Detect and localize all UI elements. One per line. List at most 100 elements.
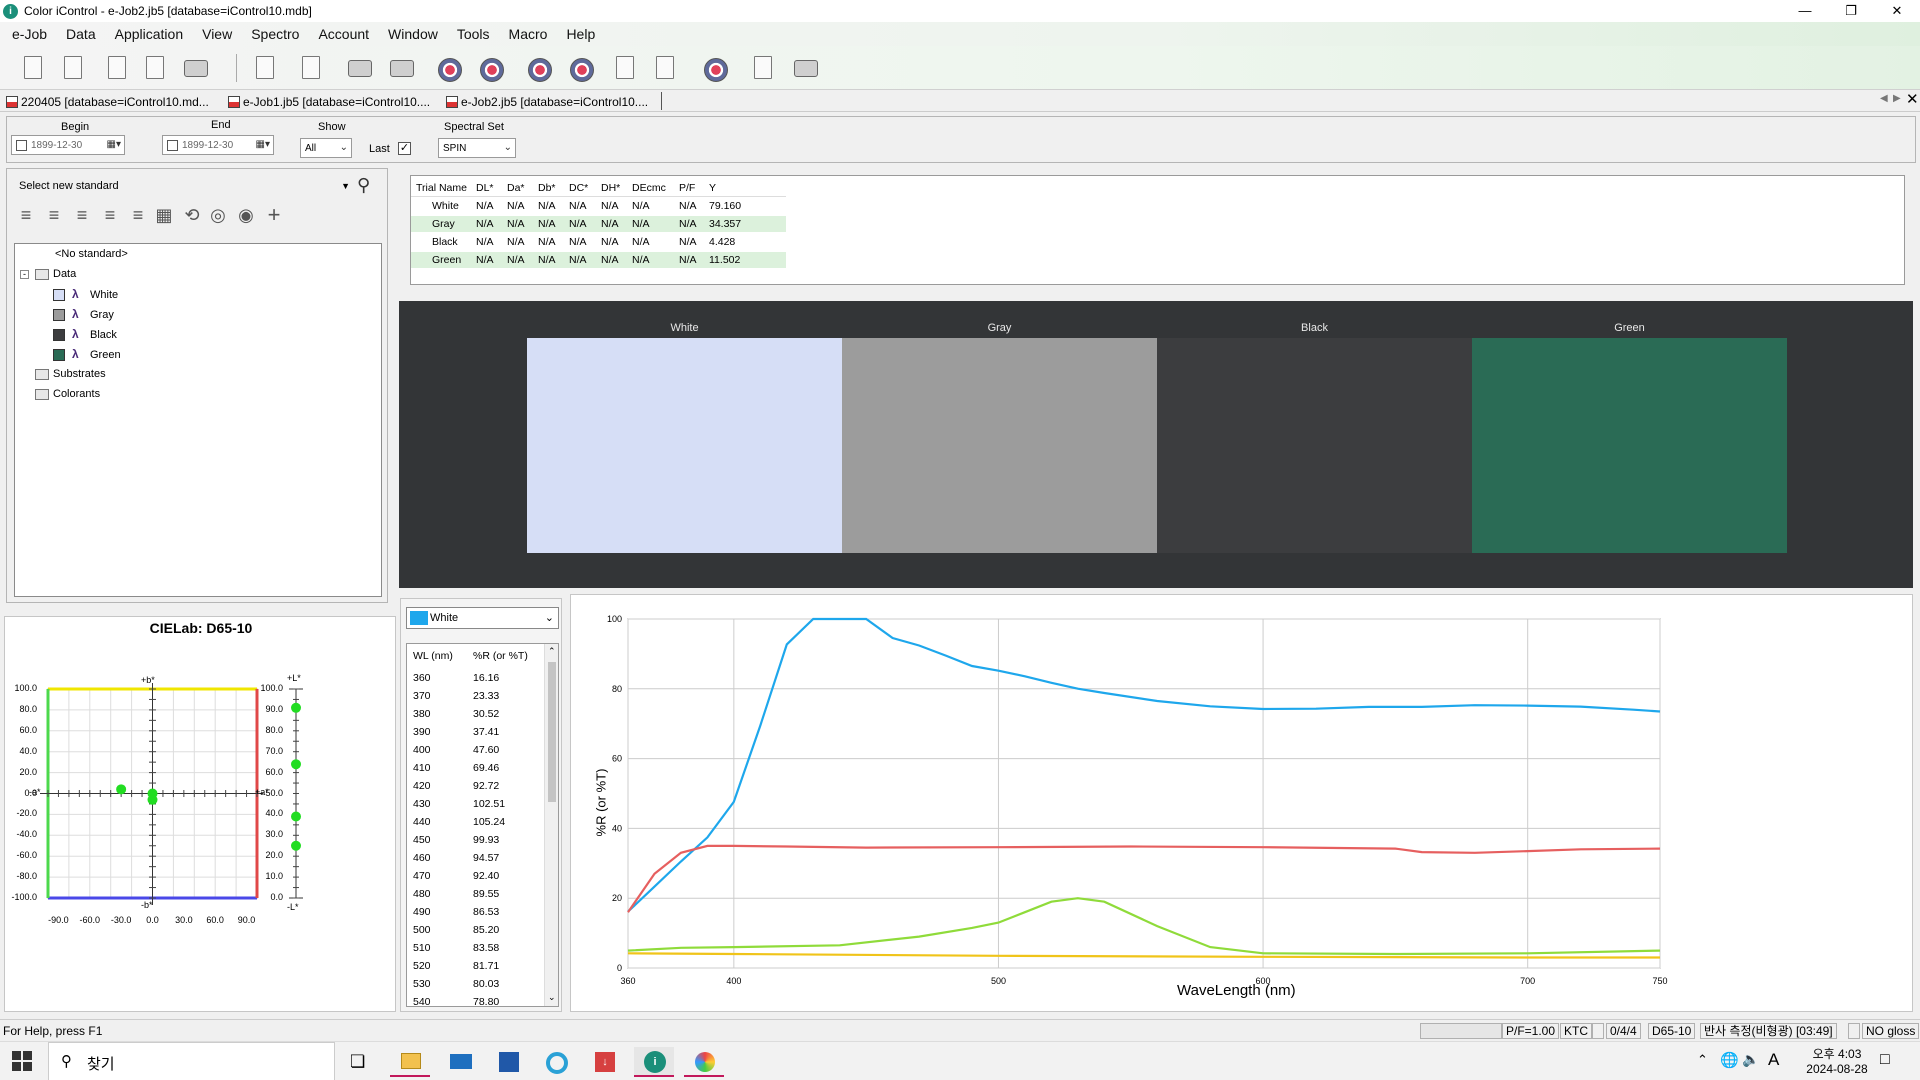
menu-account[interactable]: Account bbox=[318, 26, 369, 42]
new-job-icon[interactable] bbox=[58, 52, 90, 84]
spectral-row[interactable]: 420 92.72 bbox=[413, 780, 543, 794]
download-icon[interactable]: ↓ bbox=[584, 1047, 624, 1077]
mail-icon[interactable] bbox=[440, 1047, 480, 1077]
menu-e-job[interactable]: e-Job bbox=[12, 26, 47, 42]
menu-application[interactable]: Application bbox=[115, 26, 184, 42]
taskbar-search-box[interactable]: ⚲ 찾기 bbox=[48, 1042, 335, 1080]
minimize-icon[interactable]: — bbox=[1782, 0, 1828, 22]
collapse-icon[interactable]: - bbox=[20, 270, 29, 279]
refresh-icon[interactable]: ⟲ bbox=[181, 204, 203, 226]
measure-trial-icon[interactable] bbox=[566, 52, 598, 84]
spectral-row[interactable]: 400 47.60 bbox=[413, 744, 543, 758]
add-icon[interactable]: + bbox=[263, 204, 285, 226]
measure-batch-icon[interactable] bbox=[476, 52, 508, 84]
last-checkbox[interactable]: ✓ bbox=[398, 142, 411, 155]
spectral-row[interactable]: 460 94.57 bbox=[413, 852, 543, 866]
report-icon[interactable] bbox=[748, 52, 780, 84]
trial-select[interactable]: White ⌄ bbox=[406, 607, 559, 629]
eye-target-icon[interactable] bbox=[700, 52, 732, 84]
tree-item-green[interactable]: λ Green bbox=[53, 348, 121, 361]
menu-help[interactable]: Help bbox=[566, 26, 595, 42]
tree-indent-icon[interactable]: ≡ bbox=[71, 204, 93, 226]
filter-icon[interactable] bbox=[296, 52, 328, 84]
swatch-black[interactable] bbox=[1157, 338, 1472, 553]
target-icon[interactable]: ◎ bbox=[207, 204, 229, 226]
tree-item-white[interactable]: λ White bbox=[53, 288, 118, 301]
close-icon[interactable]: ✕ bbox=[1874, 0, 1920, 22]
spectral-row[interactable]: 510 83.58 bbox=[413, 942, 543, 956]
spectral-row[interactable]: 380 30.52 bbox=[413, 708, 543, 722]
begin-date-picker[interactable]: 1899-12-30 ▦▾ bbox=[11, 135, 125, 155]
spectral-row[interactable]: 430 102.51 bbox=[413, 798, 543, 812]
menu-spectro[interactable]: Spectro bbox=[251, 26, 299, 42]
swatch-white[interactable] bbox=[527, 338, 842, 553]
volume-icon[interactable]: 🔈 bbox=[1742, 1051, 1759, 1068]
new-document-icon[interactable] bbox=[18, 52, 50, 84]
spectral-row[interactable]: 530 80.03 bbox=[413, 978, 543, 992]
standard-select[interactable]: Select new standard ▼ bbox=[15, 177, 352, 195]
tree-outdent-icon[interactable]: ≡ bbox=[99, 204, 121, 226]
ime-indicator[interactable]: A bbox=[1768, 1050, 1779, 1070]
spectral-row[interactable]: 370 23.33 bbox=[413, 690, 543, 704]
scroll-down-icon[interactable]: ⌄ bbox=[548, 992, 556, 1003]
spectral-row[interactable]: 540 78.80 bbox=[413, 996, 543, 1006]
menu-view[interactable]: View bbox=[202, 26, 232, 42]
show-select[interactable]: All ⌄ bbox=[300, 138, 352, 158]
tree-expand-icon[interactable]: ≡ bbox=[15, 204, 37, 226]
import-icon[interactable] bbox=[610, 52, 642, 84]
spectral-set-select[interactable]: SPIN ⌄ bbox=[438, 138, 516, 158]
notification-icon[interactable]: □ bbox=[1880, 1051, 1890, 1069]
tab-e-job1[interactable]: e-Job1.jb5 [database=iControl10.... bbox=[228, 93, 430, 111]
calendar-icon[interactable]: ▦ bbox=[153, 204, 175, 226]
store-icon[interactable] bbox=[488, 1047, 528, 1077]
export-icon[interactable] bbox=[140, 52, 172, 84]
spectral-row[interactable]: 490 86.53 bbox=[413, 906, 543, 920]
scrollbar-thumb[interactable] bbox=[548, 662, 556, 802]
task-view-icon[interactable]: ❏ bbox=[350, 1052, 365, 1072]
measure-standard-icon[interactable] bbox=[524, 52, 556, 84]
spectral-row[interactable]: 520 81.71 bbox=[413, 960, 543, 974]
clock-date[interactable]: 2024-08-28 bbox=[1792, 1062, 1882, 1076]
close-tab-icon[interactable]: ✕ bbox=[1906, 90, 1919, 108]
windows-start-icon[interactable] bbox=[12, 1051, 32, 1071]
spectral-row[interactable]: 410 69.46 bbox=[413, 762, 543, 776]
search-database-icon[interactable] bbox=[650, 52, 682, 84]
instrument-settings-icon[interactable] bbox=[386, 52, 418, 84]
spectral-row[interactable]: 440 105.24 bbox=[413, 816, 543, 830]
tab-220405[interactable]: 220405 [database=iControl10.md... bbox=[6, 93, 209, 111]
tree-data-folder[interactable]: Data bbox=[35, 268, 76, 280]
end-date-picker[interactable]: 1899-12-30 ▦▾ bbox=[162, 135, 274, 155]
menu-window[interactable]: Window bbox=[388, 26, 438, 42]
spectral-row[interactable]: 470 92.40 bbox=[413, 870, 543, 884]
clock-time[interactable]: 오후 4:03 bbox=[1792, 1045, 1882, 1062]
save-icon[interactable] bbox=[102, 52, 134, 84]
edge-browser-icon[interactable] bbox=[536, 1047, 576, 1077]
swatch-green[interactable] bbox=[1472, 338, 1787, 553]
tray-expand-icon[interactable]: ⌃ bbox=[1697, 1052, 1708, 1068]
network-globe-icon[interactable]: 🌐 bbox=[1720, 1051, 1739, 1069]
tab-e-job2[interactable]: e-Job2.jb5 [database=iControl10.... bbox=[446, 93, 648, 111]
tree-colorants-folder[interactable]: Colorants bbox=[35, 388, 100, 400]
paint-icon[interactable] bbox=[684, 1047, 724, 1077]
spectral-row[interactable]: 390 37.41 bbox=[413, 726, 543, 740]
tree-item-black[interactable]: λ Black bbox=[53, 328, 117, 341]
spectral-row[interactable]: 450 99.93 bbox=[413, 834, 543, 848]
measure-add-icon[interactable] bbox=[434, 52, 466, 84]
spectral-row[interactable]: 360 16.16 bbox=[413, 672, 543, 686]
tree-list-icon[interactable]: ≡ bbox=[43, 204, 65, 226]
macro-icon[interactable] bbox=[790, 52, 822, 84]
menu-macro[interactable]: Macro bbox=[509, 26, 548, 42]
restore-icon[interactable]: ❐ bbox=[1828, 0, 1874, 22]
color-icontrol-taskbar-icon[interactable]: i bbox=[634, 1047, 674, 1077]
swatch-gray[interactable] bbox=[842, 338, 1157, 553]
settings-document-icon[interactable] bbox=[250, 52, 282, 84]
tree-item-gray[interactable]: λ Gray bbox=[53, 308, 114, 321]
instrument-icon[interactable] bbox=[344, 52, 376, 84]
power-target-icon[interactable]: ◉ bbox=[235, 204, 257, 226]
tab-scroll-left-icon[interactable]: ◀ bbox=[1880, 93, 1888, 104]
tree-substrates-folder[interactable]: Substrates bbox=[35, 368, 106, 380]
menu-data[interactable]: Data bbox=[66, 26, 96, 42]
spectral-row[interactable]: 500 85.20 bbox=[413, 924, 543, 938]
spectral-row[interactable]: 480 89.55 bbox=[413, 888, 543, 902]
scroll-up-icon[interactable]: ⌃ bbox=[548, 646, 556, 657]
